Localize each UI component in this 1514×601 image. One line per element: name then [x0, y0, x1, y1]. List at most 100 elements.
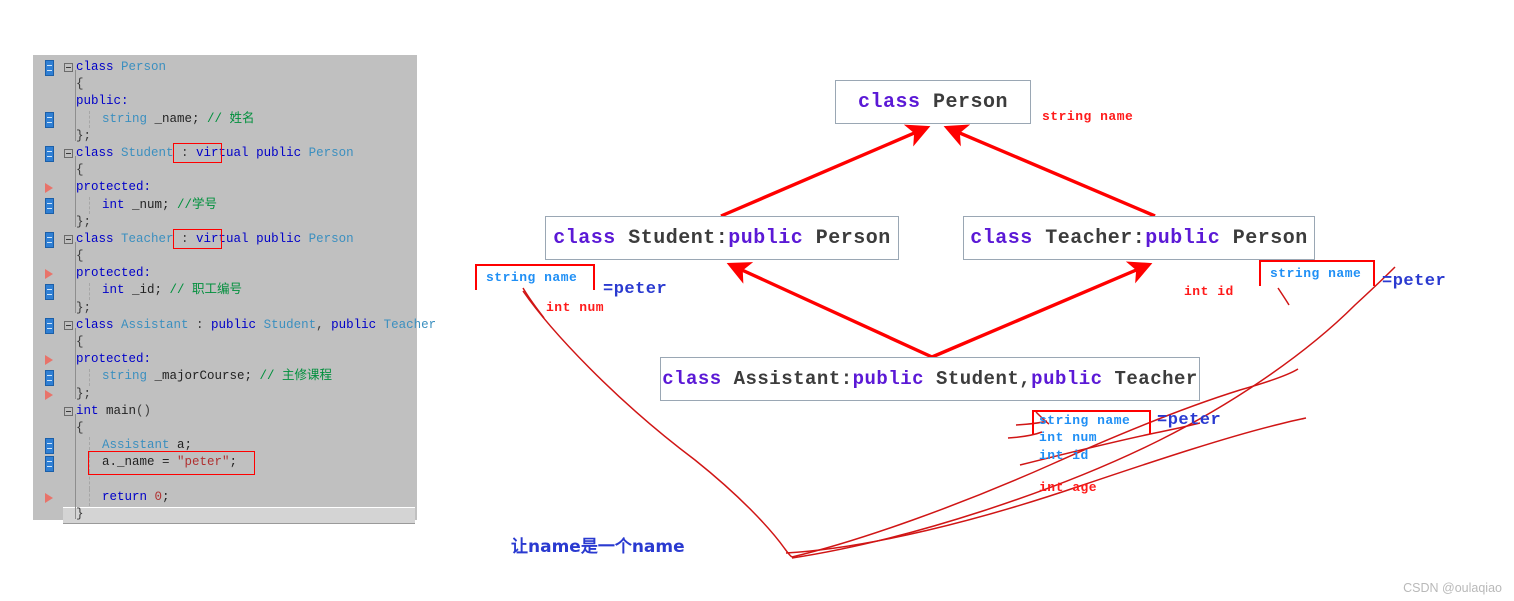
code-line-text: int _id; // 职工编号 [102, 283, 243, 298]
code-line-text: class Student : virtual public Person [76, 145, 354, 160]
annotation-teacher-int-id: int id [1184, 284, 1234, 299]
annotation-student-string-name: string name [486, 270, 578, 285]
editor-text-area[interactable]: class Person { public: string _name; // 姓名}… [62, 55, 436, 521]
indent-guide [89, 471, 90, 489]
code-line-text: a._name = "peter"; [102, 455, 238, 470]
class-box-label: class Person [857, 90, 1009, 114]
code-line-text: }; [76, 128, 92, 143]
gutter-change-marker [45, 146, 54, 162]
gutter-change-marker [45, 111, 54, 128]
indent-guide [89, 110, 90, 128]
code-line[interactable]: return 0; [62, 489, 417, 506]
code-line-text: }; [76, 386, 92, 401]
code-line[interactable]: public: [62, 93, 417, 110]
code-line-text: int _num; //学号 [102, 197, 218, 212]
gutter-change-marker [45, 438, 54, 455]
code-line-text: protected: [76, 352, 152, 367]
code-line-text: }; [76, 214, 92, 229]
code-line[interactable]: class Person [62, 59, 417, 76]
editor-gutter[interactable] [33, 55, 62, 520]
code-line-text: class Person [76, 60, 167, 74]
annotation-student-eq-peter: =peter [603, 280, 668, 299]
gutter-change-marker [45, 318, 54, 334]
code-line[interactable]: int _id; // 职工编号 [62, 282, 417, 299]
gutter-change-marker [45, 197, 54, 214]
class-box-teacher[interactable]: class Teacher:public Person [963, 216, 1315, 260]
code-line[interactable]: }; [62, 128, 417, 145]
fold-toggle-icon[interactable] [64, 234, 73, 244]
gutter-bookmark-icon[interactable] [45, 183, 53, 194]
code-line-text: { [76, 335, 84, 349]
code-line-text: return 0; [102, 489, 170, 504]
code-line-text: public: [76, 94, 129, 109]
code-line-text: string _name; // 姓名 [102, 111, 255, 126]
indent-guide [89, 489, 90, 507]
gutter-change-marker [45, 60, 54, 76]
code-line-text: int main() [76, 403, 152, 418]
annotation-assistant-int-num: int num [1039, 430, 1098, 445]
code-line-text: { [76, 77, 84, 92]
inheritance-diagram: class Person class Student:public Person… [440, 0, 1514, 601]
code-line-text: string _majorCourse; // 主修课程 [102, 369, 333, 384]
class-box-label: class Assistant:public Student,public Te… [662, 368, 1198, 390]
chinese-note-text: 让name是一个name [511, 537, 685, 557]
code-line-text: }; [76, 300, 92, 315]
code-line[interactable]: string _majorCourse; // 主修课程 [62, 368, 417, 385]
annotation-assistant-int-age: int age [1039, 480, 1098, 495]
annotation-assistant-eq-peter: =peter [1157, 411, 1222, 430]
code-line[interactable]: class Student : virtual public Person [62, 145, 417, 162]
code-editor-panel[interactable]: class Person { public: string _name; // 姓名}… [33, 55, 436, 525]
indent-guide [89, 437, 90, 455]
indent-guide [89, 454, 90, 472]
code-line[interactable]: { [62, 420, 417, 437]
gutter-bookmark-icon[interactable] [45, 355, 53, 366]
code-line-text: { [76, 420, 84, 435]
csdn-watermark: CSDN @oulaqiao [1403, 581, 1502, 595]
code-line[interactable]: { [62, 334, 417, 351]
code-line[interactable]: }; [62, 214, 417, 231]
class-box-person[interactable]: class Person [835, 80, 1031, 124]
gutter-change-marker [45, 455, 54, 472]
code-line[interactable]: class Teacher : virtual public Person [62, 231, 417, 248]
gutter-change-marker [45, 369, 54, 386]
class-box-label: class Student:public Person [553, 226, 891, 250]
code-line-text: } [76, 506, 84, 521]
code-line[interactable]: int main() [62, 403, 417, 420]
indent-guide [89, 368, 90, 386]
gutter-change-marker [45, 232, 54, 248]
code-line[interactable]: protected: [62, 351, 417, 368]
annotation-teacher-string-name: string name [1270, 266, 1362, 281]
annotation-assistant-string-name: string name [1039, 413, 1131, 428]
fold-toggle-icon[interactable] [64, 406, 73, 416]
fold-toggle-icon[interactable] [64, 320, 73, 330]
code-line[interactable]: { [62, 162, 417, 179]
gutter-change-marker [45, 283, 54, 300]
screenshot-root: class Person { public: string _name; // 姓名}… [0, 0, 1514, 601]
class-box-student[interactable]: class Student:public Person [545, 216, 899, 260]
code-line[interactable]: a._name = "peter"; [62, 454, 417, 471]
code-line[interactable]: int _num; //学号 [62, 197, 417, 214]
class-box-assistant[interactable]: class Assistant:public Student,public Te… [660, 357, 1200, 401]
class-box-label: class Teacher:public Person [970, 226, 1308, 250]
gutter-bookmark-icon[interactable] [45, 389, 53, 400]
annotation-student-int-num: int num [546, 300, 605, 315]
indent-guide [89, 282, 90, 300]
indent-guide [89, 196, 90, 214]
current-line-highlight [63, 507, 415, 525]
fold-toggle-icon[interactable] [64, 148, 73, 158]
annotation-assistant-int-id: int id [1039, 448, 1089, 463]
code-line[interactable]: Assistant a; [62, 437, 417, 454]
code-line[interactable]: }; [62, 300, 417, 317]
code-line[interactable]: }; [62, 386, 417, 403]
code-line[interactable]: { [62, 76, 417, 93]
code-line[interactable]: class Assistant : public Student, public… [62, 317, 436, 334]
gutter-bookmark-icon[interactable] [45, 493, 53, 503]
gutter-bookmark-icon[interactable] [45, 269, 53, 280]
code-line[interactable]: protected: [62, 179, 417, 196]
fold-toggle-icon[interactable] [64, 63, 73, 72]
code-line[interactable]: protected: [62, 265, 417, 282]
code-line[interactable]: string _name; // 姓名 [62, 111, 417, 128]
code-line-text: { [76, 163, 84, 178]
code-line[interactable] [62, 472, 417, 489]
code-line[interactable]: { [62, 248, 417, 265]
